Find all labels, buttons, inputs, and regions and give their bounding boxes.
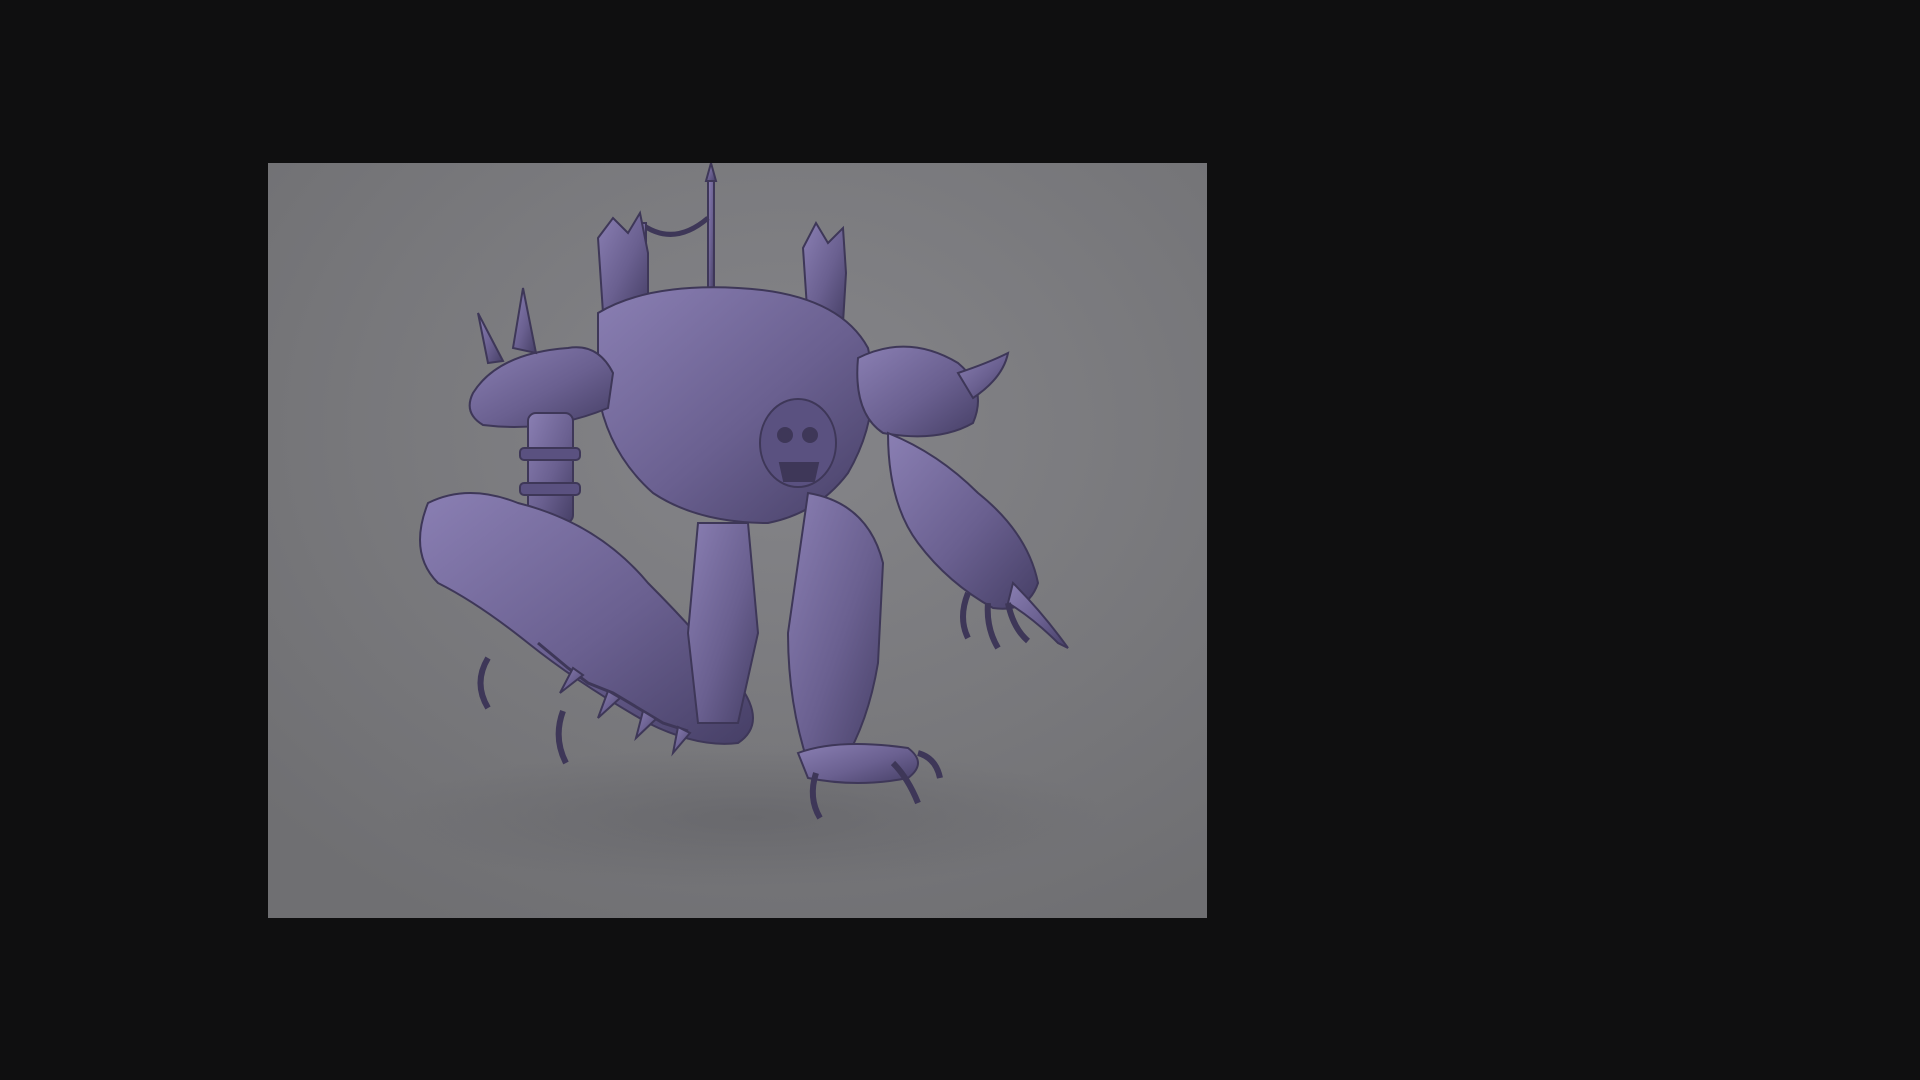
skull-jaw <box>778 462 820 482</box>
dreadnought-model-render <box>268 163 1207 918</box>
media-viewer <box>0 0 1920 1080</box>
skull-eye-right <box>802 427 818 443</box>
model-render-stage <box>268 163 1207 918</box>
floor-shadow <box>388 748 1108 888</box>
banner-pole <box>707 177 715 289</box>
left-arm-band-2 <box>519 482 581 496</box>
left-arm-column <box>527 412 574 524</box>
left-arm-band-1 <box>519 447 581 461</box>
skull-eye-left <box>777 427 793 443</box>
